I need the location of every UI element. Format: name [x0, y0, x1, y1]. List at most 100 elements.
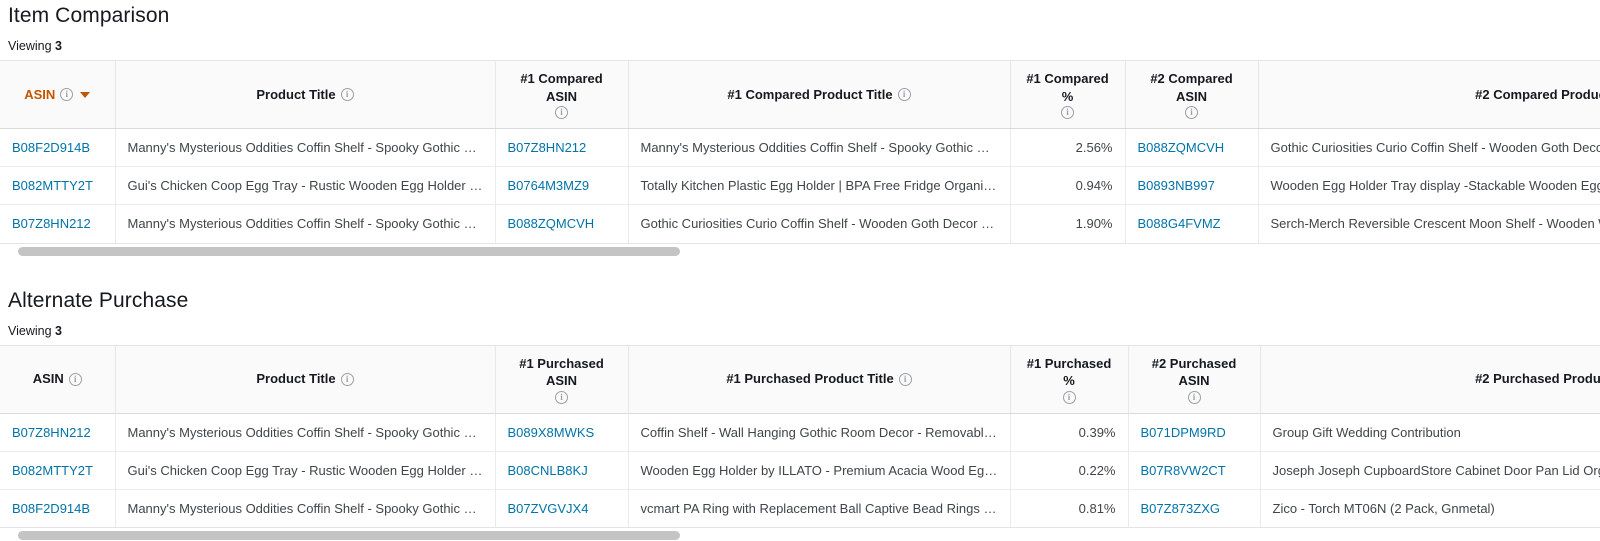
asin-link[interactable]: B08CNLB8KJ — [508, 463, 588, 478]
asin-link[interactable]: B08F2D914B — [12, 501, 90, 516]
cell-asin: B082MTTY2T — [0, 166, 116, 206]
horizontal-scrollbar-item-comparison[interactable] — [0, 243, 1600, 259]
table-row: B082MTTY2T Gui's Chicken Coop Egg Tray -… — [0, 451, 1600, 490]
cell-purchased-product-title-1: Wooden Egg Holder by ILLATO - Premium Ac… — [628, 451, 1011, 490]
info-icon[interactable]: i — [1187, 390, 1201, 404]
column-header-label: #2 Compared ASIN — [1150, 71, 1233, 104]
asin-link[interactable]: B07Z873ZXG — [1141, 501, 1221, 516]
cell-asin: B08F2D914B — [0, 489, 116, 528]
cell-product-title: Gui's Chicken Coop Egg Tray - Rustic Woo… — [115, 451, 496, 490]
column-header-label: ASIN — [24, 86, 56, 102]
scrollbar-thumb[interactable] — [18, 531, 680, 541]
column-header-label: #2 Purchased ASIN — [1151, 355, 1237, 389]
column-header-purchased-percent-1[interactable]: #1 Purchased % i — [1010, 345, 1129, 414]
section-divider-space — [0, 259, 1600, 289]
asin-link[interactable]: B07Z8HN212 — [12, 425, 91, 440]
asin-link[interactable]: B08F2D914B — [12, 140, 90, 155]
cell-compared-asin-2: B088ZQMCVH — [1125, 128, 1259, 168]
viewing-label: Viewing — [8, 323, 52, 338]
asin-link[interactable]: B088ZQMCVH — [508, 216, 595, 231]
column-header-product-title[interactable]: Product Title i — [115, 345, 496, 414]
cell-purchased-asin-2: B071DPM9RD — [1128, 413, 1261, 452]
asin-link[interactable]: B0893NB997 — [1138, 178, 1215, 193]
viewing-label: Viewing — [8, 39, 52, 53]
info-icon[interactable]: i — [1185, 106, 1198, 120]
cell-asin: B07Z8HN212 — [0, 204, 116, 243]
cell-compared-asin-1: B088ZQMCVH — [495, 204, 629, 243]
column-header-label: #1 Compared ASIN — [520, 71, 603, 104]
cell-compared-product-title-1: Gothic Curiosities Curio Coffin Shelf - … — [628, 204, 1011, 243]
asin-link[interactable]: B07ZVGVJX4 — [508, 501, 589, 516]
cell-compared-percent-1: 2.56% — [1010, 128, 1126, 168]
info-icon[interactable]: i — [60, 88, 74, 102]
column-header-compared-product-title-1[interactable]: #1 Compared Product Title i — [628, 61, 1011, 130]
asin-link[interactable]: B07Z8HN212 — [508, 140, 587, 155]
column-header-compared-asin-2[interactable]: #2 Compared ASIN i — [1125, 61, 1259, 130]
column-header-product-title[interactable]: Product Title i — [115, 61, 496, 130]
column-header-compared-percent-1[interactable]: #1 Compared % i — [1010, 61, 1126, 130]
cell-asin: B08F2D914B — [0, 128, 116, 168]
asin-link[interactable]: B088ZQMCVH — [1138, 140, 1225, 155]
cell-purchased-asin-1: B07ZVGVJX4 — [495, 489, 629, 528]
section-alternate-purchase: Alternate Purchase Viewing 3 ASIN i Prod… — [0, 289, 1600, 541]
asin-link[interactable]: B082MTTY2T — [12, 463, 93, 478]
column-header-purchased-product-title-2[interactable]: #2 Purchased Product Title i — [1260, 345, 1600, 414]
info-icon[interactable]: i — [340, 88, 354, 102]
alternate-purchase-table-wrapper: ASIN i Product Title i #1 Purchased ASIN… — [0, 344, 1600, 529]
horizontal-scrollbar-alternate-purchase[interactable] — [0, 528, 1600, 541]
column-header-purchased-asin-2[interactable]: #2 Purchased ASIN i — [1128, 345, 1261, 414]
column-header-purchased-asin-1[interactable]: #1 Purchased ASIN i — [495, 345, 629, 414]
info-icon[interactable]: i — [1062, 390, 1076, 404]
page-title-alternate-purchase: Alternate Purchase — [8, 288, 189, 312]
column-header-asin[interactable]: ASIN i — [0, 61, 116, 130]
scrollbar-thumb[interactable] — [18, 246, 680, 256]
asin-link[interactable]: B089X8MWKS — [508, 425, 595, 440]
info-icon[interactable]: i — [68, 372, 82, 386]
asin-link[interactable]: B071DPM9RD — [1141, 425, 1226, 440]
column-header-label: #1 Purchased ASIN — [519, 355, 604, 389]
column-header-asin[interactable]: ASIN i — [0, 345, 116, 414]
table-row: B07Z8HN212 Manny's Mysterious Oddities C… — [0, 204, 1600, 243]
cell-asin: B07Z8HN212 — [0, 413, 116, 452]
asin-link[interactable]: B082MTTY2T — [12, 178, 93, 193]
page-title-item-comparison: Item Comparison — [8, 4, 170, 27]
item-comparison-table: ASIN i Product Title i #1 Compared ASIN … — [0, 61, 1600, 243]
cell-asin: B082MTTY2T — [0, 451, 116, 490]
cell-purchased-percent-1: 0.22% — [1010, 451, 1129, 490]
asin-link[interactable]: B07R8VW2CT — [1141, 463, 1226, 478]
column-header-label: Product Title — [256, 371, 336, 387]
info-icon[interactable]: i — [555, 390, 568, 404]
cell-compared-asin-2: B088G4FVMZ — [1125, 204, 1259, 243]
cell-compared-product-title-1: Totally Kitchen Plastic Egg Holder | BPA… — [628, 166, 1011, 206]
info-icon[interactable]: i — [1061, 106, 1074, 120]
alternate-purchase-table: ASIN i Product Title i #1 Purchased ASIN… — [0, 345, 1600, 528]
info-icon[interactable]: i — [898, 372, 912, 386]
column-header-purchased-product-title-1[interactable]: #1 Purchased Product Title i — [628, 345, 1011, 414]
column-header-compared-product-title-2[interactable]: #2 Compared Product Title i — [1258, 61, 1600, 130]
asin-link[interactable]: B07Z8HN212 — [12, 216, 91, 231]
cell-product-title: Manny's Mysterious Oddities Coffin Shelf… — [115, 489, 496, 528]
info-icon[interactable]: i — [897, 88, 911, 102]
column-header-label: #1 Purchased % — [1026, 355, 1112, 389]
section-item-comparison: Item Comparison Viewing 3 ASIN i Product… — [0, 0, 1600, 259]
cell-product-title: Manny's Mysterious Oddities Coffin Shelf… — [115, 204, 496, 243]
column-header-label: #2 Compared Product Title — [1475, 86, 1600, 102]
cell-purchased-product-title-2: Joseph Joseph CupboardStore Cabinet Door… — [1260, 451, 1600, 490]
column-header-label: #1 Purchased Product Title — [726, 371, 894, 387]
cell-purchased-asin-1: B089X8MWKS — [495, 413, 629, 452]
cell-purchased-product-title-1: Coffin Shelf - Wall Hanging Gothic Room … — [628, 413, 1011, 452]
cell-compared-asin-2: B0893NB997 — [1125, 166, 1259, 206]
viewing-count-alternate-purchase: Viewing 3 — [0, 324, 1600, 338]
cell-purchased-asin-2: B07R8VW2CT — [1128, 451, 1261, 490]
cell-purchased-asin-1: B08CNLB8KJ — [495, 451, 629, 490]
column-header-compared-asin-1[interactable]: #1 Compared ASIN i — [495, 61, 629, 130]
viewing-number: 3 — [55, 323, 62, 338]
item-comparison-page: Item Comparison Viewing 3 ASIN i Product… — [0, 0, 1600, 541]
asin-link[interactable]: B0764M3MZ9 — [508, 178, 590, 193]
asin-link[interactable]: B088G4FVMZ — [1138, 216, 1221, 231]
info-icon[interactable]: i — [555, 106, 568, 120]
table-row: B082MTTY2T Gui's Chicken Coop Egg Tray -… — [0, 166, 1600, 206]
info-icon[interactable]: i — [340, 372, 354, 386]
table-row: B08F2D914B Manny's Mysterious Oddities C… — [0, 128, 1600, 168]
caret-down-icon[interactable] — [80, 91, 91, 98]
